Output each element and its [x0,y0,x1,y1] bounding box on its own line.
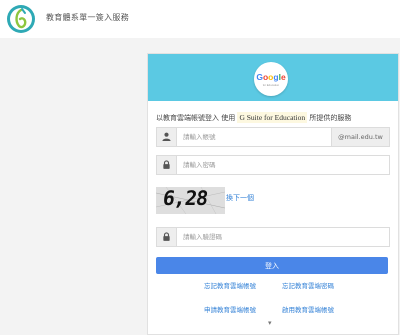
intro-prefix: 以教育雲端帳號登入 使用 [156,114,236,122]
intro-suffix: 所提供的服務 [309,114,352,122]
card-header: Google for Education [148,54,398,101]
login-card: Google for Education 以教育雲端帳號登入 使用 G Suit… [147,53,399,335]
account-addon [157,128,177,146]
education-sso-logo-icon[interactable] [6,4,36,34]
forgot-account-link[interactable]: 忘記教育雲端帳號 [204,280,256,290]
google-for-education-logo: Google for Education [254,62,288,96]
apply-account-link[interactable]: 申請教育雲端帳號 [204,304,256,314]
login-button[interactable]: 登入 [156,257,388,274]
forgot-password-link[interactable]: 忘記教育雲端密碼 [282,280,334,290]
lock-icon [163,232,170,241]
top-header: 教育體系單一簽入服務 [0,0,400,38]
account-input[interactable] [183,131,333,143]
captcha-field [156,227,390,247]
intro-text: 以教育雲端帳號登入 使用 G Suite for Education 所提供的服… [156,112,398,123]
user-icon [162,132,171,141]
password-field [156,155,390,175]
password-input[interactable] [183,159,333,171]
account-field: @mail.edu.tw [156,127,390,147]
activate-account-link[interactable]: 啟用教育雲端帳號 [282,304,334,314]
expand-caret-icon[interactable]: ▾ [268,319,272,327]
lock-icon [163,160,170,169]
captcha-text: 6,28 [161,187,209,210]
for-education-label: for Education [262,83,280,87]
password-addon [157,156,177,174]
google-wordmark: Google [256,72,286,82]
site-title: 教育體系單一簽入服務 [46,13,129,22]
captcha-addon [157,228,177,246]
captcha-image: 6,28 [156,187,225,214]
captcha-input[interactable] [183,231,333,243]
service-name: G Suite for Education [237,112,308,123]
domain-suffix: @mail.edu.tw [331,128,389,146]
refresh-captcha-link[interactable]: 換下一個 [226,193,254,203]
